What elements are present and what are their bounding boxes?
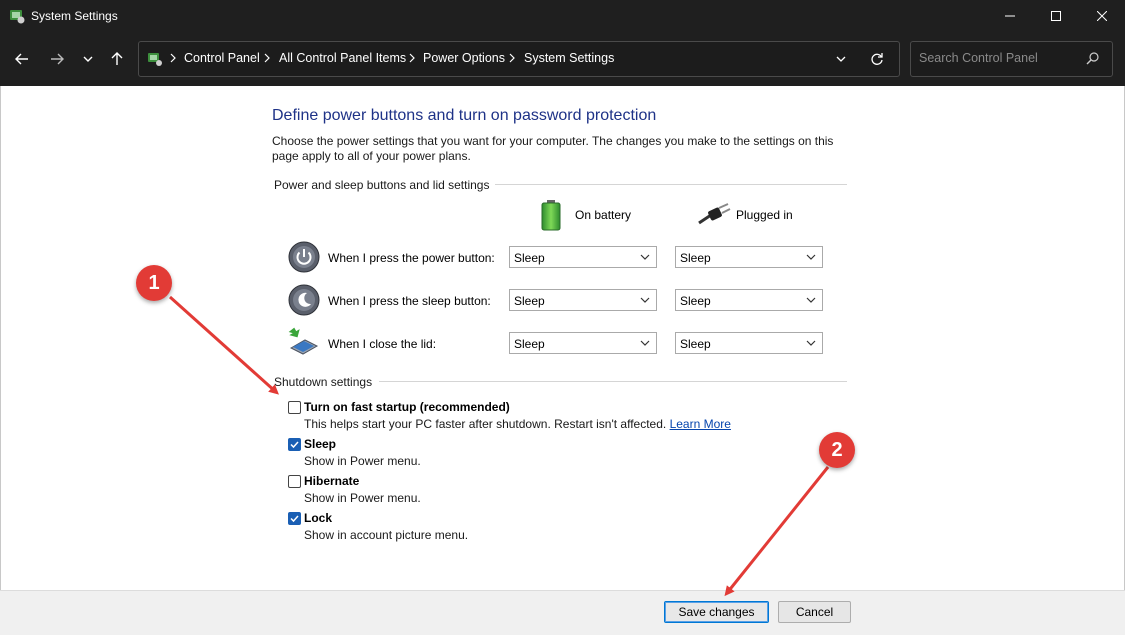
hibernate-checkbox[interactable] xyxy=(288,475,301,488)
search-box[interactable]: Search Control Panel xyxy=(910,41,1113,77)
page-title: Define power buttons and turn on passwor… xyxy=(272,107,657,124)
sleep-option-label: Sleep xyxy=(304,437,337,451)
up-button[interactable] xyxy=(105,48,129,70)
window-title: System Settings xyxy=(31,9,118,23)
close-lid-battery-select[interactable]: Sleep xyxy=(509,332,657,354)
group-divider xyxy=(379,381,847,382)
battery-icon xyxy=(541,200,561,231)
close-lid-plugged-select[interactable]: Sleep xyxy=(675,332,823,354)
select-value: Sleep xyxy=(680,251,711,265)
maximize-button[interactable] xyxy=(1033,0,1079,32)
arrow-left-icon xyxy=(15,53,28,65)
select-value: Sleep xyxy=(680,337,711,351)
on-battery-header: On battery xyxy=(575,208,632,222)
address-bar[interactable]: Control Panel All Control Panel Items Po… xyxy=(138,41,900,77)
power-button-icon xyxy=(288,241,320,273)
learn-more-link[interactable]: Learn More xyxy=(670,417,731,431)
power-group-label: Power and sleep buttons and lid settings xyxy=(274,178,490,192)
save-changes-button[interactable]: Save changes xyxy=(664,601,769,623)
annotation-badge-2: 2 xyxy=(819,432,855,468)
annotation-badge-1: 1 xyxy=(136,265,172,301)
select-value: Sleep xyxy=(514,294,545,308)
sleep-checkbox[interactable] xyxy=(288,438,301,451)
power-button-label: When I press the power button: xyxy=(328,251,495,265)
footer-bar xyxy=(0,590,1125,635)
select-value: Sleep xyxy=(680,294,711,308)
chevron-down-icon xyxy=(640,254,650,260)
arrow-up-icon xyxy=(111,52,123,65)
cancel-button[interactable]: Cancel xyxy=(778,601,851,623)
title-bar: System Settings xyxy=(0,0,1125,32)
chevron-right-icon xyxy=(509,53,515,63)
chevron-down-icon xyxy=(83,56,93,62)
close-lid-label: When I close the lid: xyxy=(328,337,437,351)
search-icon xyxy=(1086,52,1099,65)
chevron-down-icon xyxy=(806,340,816,346)
navigation-bar: Control Panel All Control Panel Items Po… xyxy=(0,32,1125,86)
breadcrumb-control-panel[interactable]: Control Panel xyxy=(184,51,260,65)
breadcrumb-all-items[interactable]: All Control Panel Items xyxy=(279,51,406,65)
chevron-down-icon xyxy=(640,340,650,346)
group-divider xyxy=(495,184,847,185)
lock-option-label: Lock xyxy=(304,511,333,525)
plugged-in-header: Plugged in xyxy=(736,208,793,222)
sleep-button-battery-select[interactable]: Sleep xyxy=(509,289,657,311)
hibernate-option-sub: Show in Power menu. xyxy=(304,491,421,505)
lock-checkbox[interactable] xyxy=(288,512,301,525)
checkmark-icon xyxy=(290,515,299,523)
search-input[interactable]: Search Control Panel xyxy=(919,51,1038,65)
select-value: Sleep xyxy=(514,337,545,351)
fast-startup-label: Turn on fast startup (recommended) xyxy=(304,400,510,414)
chevron-right-icon xyxy=(409,53,415,63)
chevron-down-icon xyxy=(640,297,650,303)
minimize-icon xyxy=(1005,15,1015,17)
power-button-plugged-select[interactable]: Sleep xyxy=(675,246,823,268)
breadcrumb-system-settings[interactable]: System Settings xyxy=(524,51,614,65)
refresh-icon[interactable] xyxy=(870,52,884,66)
checkmark-icon xyxy=(290,441,299,449)
hibernate-option-label: Hibernate xyxy=(304,474,360,488)
forward-button[interactable] xyxy=(45,48,69,70)
select-value: Sleep xyxy=(514,251,545,265)
sleep-option-sub: Show in Power menu. xyxy=(304,454,421,468)
close-icon xyxy=(1097,11,1107,21)
control-panel-icon xyxy=(148,53,162,66)
chevron-down-icon[interactable] xyxy=(836,54,846,64)
power-button-battery-select[interactable]: Sleep xyxy=(509,246,657,268)
sleep-button-label: When I press the sleep button: xyxy=(328,294,491,308)
sleep-button-icon xyxy=(288,284,320,316)
control-panel-app-icon xyxy=(10,10,25,24)
fast-startup-checkbox[interactable] xyxy=(288,401,301,414)
fast-startup-sub: This helps start your PC faster after sh… xyxy=(304,417,667,431)
chevron-down-icon xyxy=(806,254,816,260)
power-plug-icon xyxy=(698,203,731,225)
chevron-right-icon xyxy=(264,53,270,63)
close-button[interactable] xyxy=(1079,0,1125,32)
fast-startup-description: This helps start your PC faster after sh… xyxy=(304,417,731,431)
back-button[interactable] xyxy=(10,48,34,70)
lock-option-sub: Show in account picture menu. xyxy=(304,528,469,542)
chevron-down-icon xyxy=(806,297,816,303)
recent-locations-button[interactable] xyxy=(76,48,100,70)
arrow-right-icon xyxy=(51,53,64,65)
chevron-right-icon xyxy=(170,53,176,63)
page-description: Choose the power settings that you want … xyxy=(272,134,834,163)
sleep-button-plugged-select[interactable]: Sleep xyxy=(675,289,823,311)
laptop-lid-icon xyxy=(288,327,319,355)
maximize-icon xyxy=(1051,11,1061,21)
shutdown-group-label: Shutdown settings xyxy=(274,375,373,389)
minimize-button[interactable] xyxy=(987,0,1033,32)
breadcrumb-power-options[interactable]: Power Options xyxy=(423,51,505,65)
